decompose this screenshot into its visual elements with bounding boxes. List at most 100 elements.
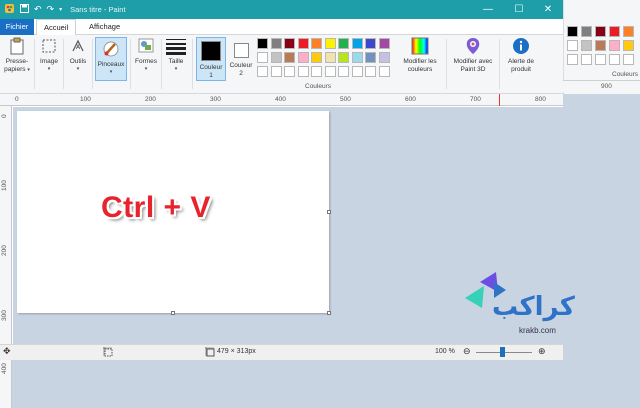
color-swatch[interactable]	[284, 38, 295, 49]
clipboard-button[interactable]: Presse- papiers ▾	[2, 37, 32, 85]
shapes-button[interactable]: Formes ▾	[133, 37, 159, 85]
color1-button[interactable]: Couleur 1	[196, 37, 226, 81]
color-swatch[interactable]	[623, 40, 634, 51]
product-alert-label: Alerte de	[507, 58, 535, 65]
color-swatch[interactable]	[623, 26, 634, 37]
undo-icon[interactable]: ↶	[34, 4, 42, 15]
color-swatch[interactable]	[365, 66, 376, 77]
color-swatch[interactable]	[581, 40, 592, 51]
color-swatch[interactable]	[270, 52, 282, 63]
tools-icon: A	[72, 39, 84, 52]
zoom-in-button[interactable]: ⊕	[538, 346, 546, 357]
tab-accueil[interactable]: Accueil	[36, 19, 77, 36]
clipboard-icon	[10, 37, 24, 55]
drawing-canvas[interactable]: Ctrl + V	[17, 111, 329, 313]
zoom-out-button[interactable]: ⊖	[463, 346, 471, 357]
canvas-dimensions: 479 × 313px	[217, 348, 256, 355]
color-swatch[interactable]	[284, 66, 295, 77]
cursor-position-icon: ✥	[3, 346, 11, 356]
color-swatch[interactable]	[324, 52, 336, 63]
ribbon-separator	[130, 39, 131, 89]
color-swatch[interactable]	[284, 52, 295, 63]
close-button[interactable]: ✕	[532, 0, 563, 19]
edit-colors-label-2: couleurs	[407, 65, 433, 73]
color1-label: Couleur	[199, 64, 223, 71]
color-swatch[interactable]	[378, 66, 390, 77]
color-swatch[interactable]	[257, 52, 268, 63]
resize-handle-bottom[interactable]	[171, 311, 175, 315]
minimize-button[interactable]: —	[472, 0, 504, 19]
color-swatch[interactable]	[311, 52, 322, 63]
paint3d-button[interactable]: Modifier avec Paint 3D	[449, 37, 497, 85]
zoom-slider-thumb[interactable]	[500, 347, 505, 357]
resize-handle-corner[interactable]	[327, 311, 331, 315]
color-swatch[interactable]	[311, 38, 322, 49]
paint-app-icon	[4, 3, 15, 16]
color-swatch[interactable]	[297, 52, 309, 63]
color-swatch[interactable]	[338, 52, 349, 63]
color-swatch[interactable]	[257, 38, 268, 49]
color-swatch[interactable]	[609, 26, 620, 37]
tab-affichage[interactable]: Affichage	[82, 19, 127, 35]
color1-swatch	[201, 41, 221, 61]
color-swatch[interactable]	[338, 38, 349, 49]
color-swatch[interactable]	[365, 52, 376, 63]
brushes-button[interactable]: Pinceaux ▾	[95, 37, 127, 81]
paint3d-label: Modifier avec	[453, 58, 493, 65]
select-icon	[42, 39, 56, 53]
maximize-button[interactable]: ☐	[503, 0, 535, 19]
paint3d-icon	[466, 38, 480, 54]
resize-handle-right[interactable]	[327, 210, 331, 214]
selection-size-icon	[103, 347, 113, 359]
color-swatch[interactable]	[378, 38, 390, 49]
color-swatch[interactable]	[311, 66, 322, 77]
tab-fichier[interactable]: Fichier	[0, 19, 34, 35]
color-swatch[interactable]	[595, 26, 606, 37]
color-swatch[interactable]	[581, 26, 592, 37]
ruler-cursor-marker	[499, 94, 500, 106]
edit-colors-label: Modifier les	[403, 58, 437, 65]
color-swatch[interactable]	[609, 40, 620, 51]
ribbon-separator	[161, 39, 162, 89]
color2-button[interactable]: Couleur 2	[227, 37, 255, 85]
ruler-tick: 400	[275, 96, 286, 103]
ruler-tick: 600	[405, 96, 416, 103]
edit-colors-button[interactable]: Modifier les couleurs	[398, 37, 442, 85]
logo-domain: krakb.com	[519, 326, 556, 335]
product-alert-button[interactable]: Alerte de produit	[502, 37, 540, 85]
color-swatch[interactable]	[378, 52, 390, 63]
color-swatch[interactable]	[324, 38, 336, 49]
color-swatch[interactable]	[297, 38, 309, 49]
ruler-tick: 500	[340, 96, 351, 103]
image-button[interactable]: Image ▾	[37, 37, 61, 85]
color-swatch[interactable]	[270, 66, 282, 77]
line-size-icon	[166, 39, 186, 55]
redo-icon[interactable]: ↷	[47, 4, 55, 15]
size-button[interactable]: Taille ▾	[163, 37, 189, 85]
background-vertical-ruler: 400	[0, 360, 12, 408]
color-swatch[interactable]	[351, 52, 363, 63]
color-swatch[interactable]	[623, 54, 634, 65]
color-swatch[interactable]	[609, 54, 620, 65]
color-swatch[interactable]	[567, 40, 578, 51]
color-swatch[interactable]	[338, 66, 349, 77]
color-swatch[interactable]	[567, 26, 578, 37]
color-swatch[interactable]	[351, 38, 363, 49]
customize-dropdown-icon[interactable]: ▾	[59, 6, 62, 13]
ribbon-separator	[63, 39, 64, 89]
color-swatch[interactable]	[595, 40, 606, 51]
color-swatch[interactable]	[351, 66, 363, 77]
color-swatch[interactable]	[257, 66, 268, 77]
canvas-text: Ctrl + V	[101, 191, 211, 224]
color-swatch[interactable]	[567, 54, 578, 65]
shapes-label: Formes	[134, 58, 158, 65]
color-swatch[interactable]	[297, 66, 309, 77]
tools-button[interactable]: A Outils ▾	[66, 37, 90, 85]
ruler-tick: 300	[210, 96, 221, 103]
save-icon[interactable]	[20, 4, 29, 15]
color-swatch[interactable]	[595, 54, 606, 65]
color-swatch[interactable]	[270, 38, 282, 49]
color-swatch[interactable]	[581, 54, 592, 65]
color-swatch[interactable]	[365, 38, 376, 49]
color-swatch[interactable]	[324, 66, 336, 77]
